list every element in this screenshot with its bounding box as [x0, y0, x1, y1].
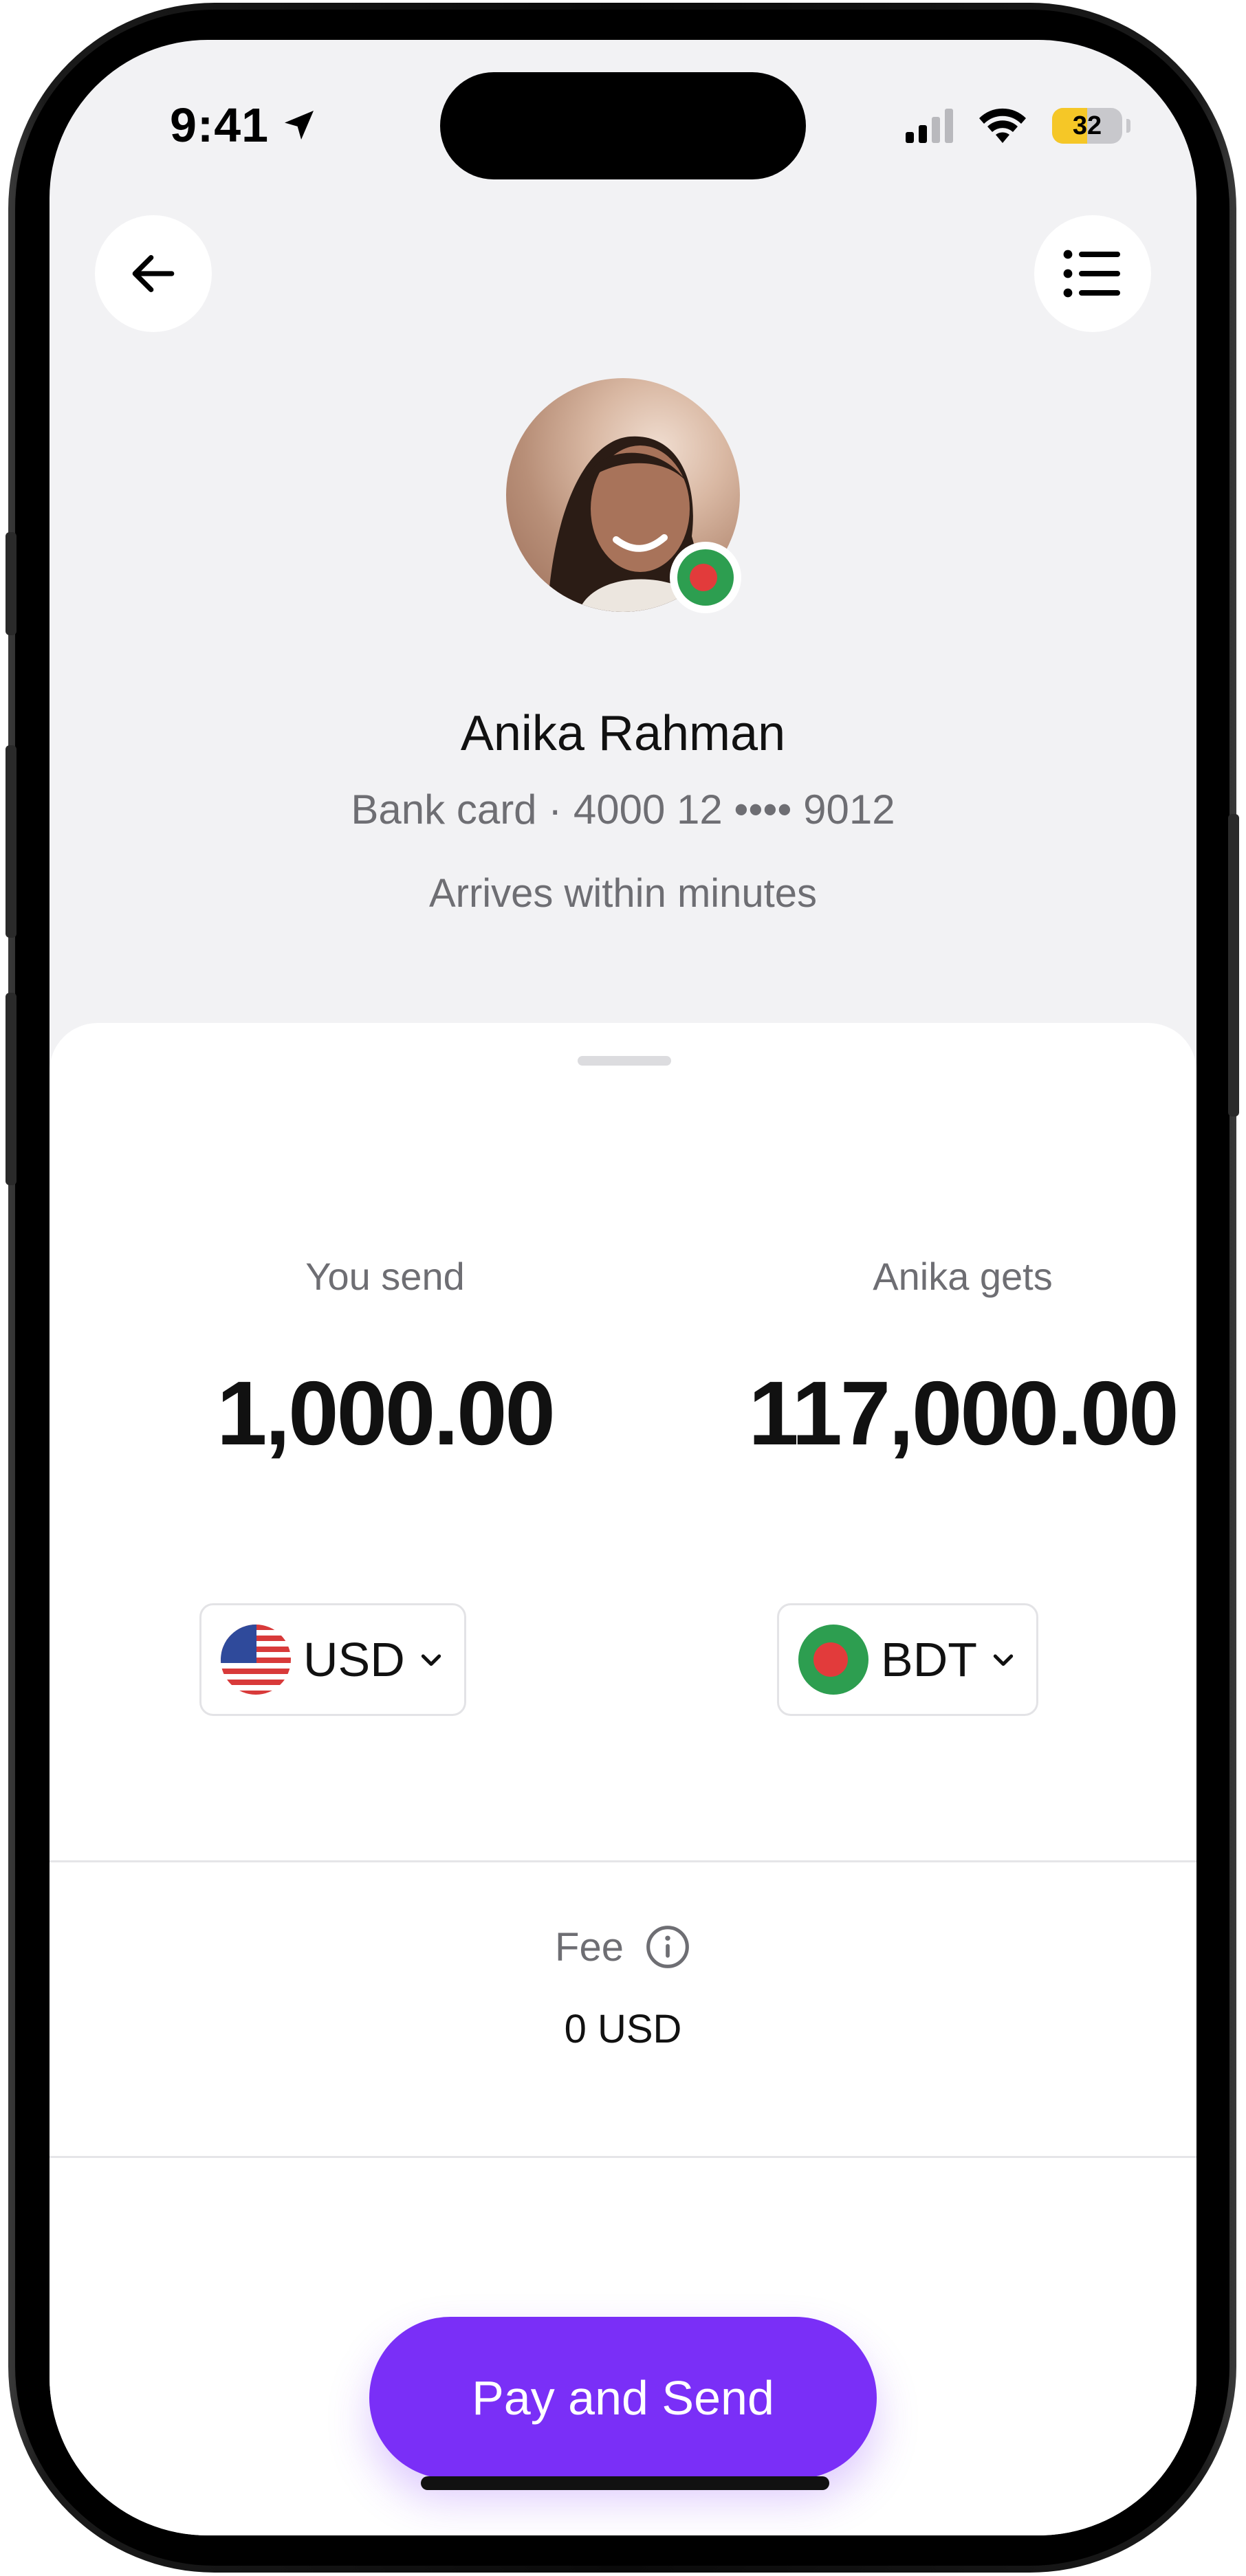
- receive-currency-code: BDT: [881, 1633, 977, 1686]
- receive-currency-select[interactable]: BDT: [777, 1603, 1038, 1716]
- info-icon[interactable]: [644, 1924, 691, 1970]
- cellular-signal-icon: [906, 109, 953, 143]
- home-indicator[interactable]: [421, 2476, 829, 2490]
- menu-button[interactable]: [1034, 215, 1151, 332]
- arrow-left-icon: [132, 255, 175, 292]
- status-time-text: 9:41: [170, 98, 270, 152]
- fee-row: Fee: [50, 1924, 1196, 1970]
- battery-indicator: 32: [1052, 108, 1130, 144]
- power-button: [1228, 814, 1239, 1116]
- recipient-country-badge: [670, 542, 741, 613]
- send-label: You send: [305, 1255, 465, 1298]
- recipient-card-details: Bank card · 4000 12 •••• 9012: [351, 786, 895, 833]
- sheet-handle[interactable]: [578, 1056, 671, 1066]
- send-currency-select[interactable]: USD: [199, 1603, 466, 1716]
- back-button[interactable]: [95, 215, 212, 332]
- bangladesh-flag-icon: [677, 549, 734, 606]
- list-icon: [1063, 250, 1120, 298]
- divider-top: [50, 1860, 1196, 1862]
- app-screen: 9:41 32 Anika Rahman Bank card · 4000 12…: [50, 40, 1196, 2535]
- fee-value: 0 USD: [564, 2007, 682, 2051]
- arrival-estimate: Arrives within minutes: [428, 871, 818, 916]
- dynamic-island: [440, 72, 806, 179]
- receive-label: Anika gets: [873, 1255, 1053, 1298]
- volume-down-button: [6, 993, 17, 1185]
- pay-and-send-button[interactable]: Pay and Send: [369, 2317, 877, 2479]
- action-button: [6, 532, 17, 635]
- transfer-sheet: You send Anika gets 1,000.00 117,000.00 …: [50, 1023, 1196, 2535]
- receive-amount[interactable]: 117,000.00: [688, 1361, 1196, 1465]
- chevron-down-icon: [993, 1654, 1014, 1666]
- wifi-icon: [979, 108, 1026, 143]
- chevron-down-icon: [421, 1654, 441, 1666]
- send-amount[interactable]: 1,000.00: [110, 1361, 660, 1465]
- status-time: 9:41: [170, 98, 318, 153]
- status-indicators: 32: [906, 106, 1130, 146]
- bangladesh-flag-icon: [798, 1625, 868, 1695]
- volume-up-button: [6, 745, 17, 938]
- recipient-avatar: [506, 378, 741, 613]
- us-flag-icon: [221, 1625, 291, 1695]
- recipient-name: Anika Rahman: [460, 706, 786, 761]
- battery-level: 32: [1072, 111, 1102, 140]
- divider-bottom: [50, 2156, 1196, 2158]
- fee-label: Fee: [555, 1924, 624, 1970]
- send-currency-code: USD: [303, 1633, 405, 1686]
- location-arrow-icon: [285, 111, 314, 140]
